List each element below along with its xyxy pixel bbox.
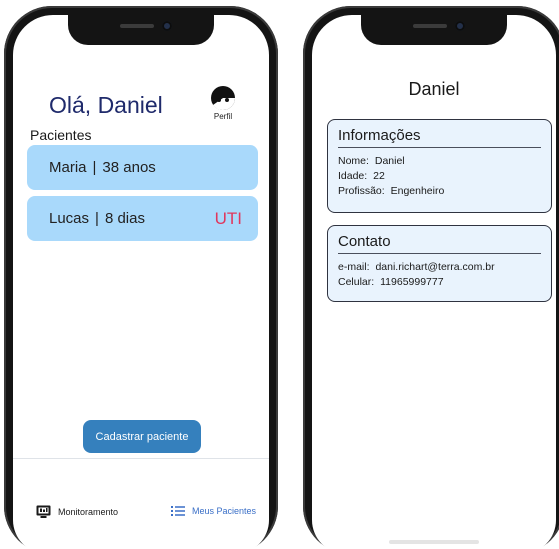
patient-card-lucas[interactable]: Lucas | 8 dias UTI: [27, 196, 258, 241]
patient-separator: |: [95, 210, 99, 227]
contact-phone-value[interactable]: 11965999777: [380, 276, 443, 288]
info-card: Informações Nome: Daniel Idade: 22 Profi…: [327, 119, 552, 213]
notch: [361, 15, 507, 45]
patient-separator: |: [92, 159, 97, 176]
home-indicator: [389, 540, 479, 544]
home-screen: Olá, Daniel Perfil Pacientes Maria | 38 …: [13, 15, 269, 549]
info-card-title: Informações: [338, 127, 541, 148]
info-age-label: Idade:: [338, 170, 368, 182]
bottom-nav-divider: [13, 458, 269, 459]
contact-email-label: e-mail:: [338, 261, 370, 273]
profile-label: Perfil: [213, 112, 233, 121]
left-phone-frame: Olá, Daniel Perfil Pacientes Maria | 38 …: [4, 6, 278, 549]
info-profession-value: Engenheiro: [390, 185, 445, 197]
list-icon: [171, 506, 185, 516]
speaker: [120, 24, 154, 28]
camera: [455, 21, 465, 31]
info-name-value: Daniel: [374, 155, 405, 167]
patient-age: 8 dias: [104, 210, 145, 227]
register-patient-button[interactable]: Cadastrar paciente: [83, 420, 201, 453]
profile-button[interactable]: Perfil: [206, 85, 240, 121]
profile-title: Daniel: [408, 79, 460, 99]
patient-card-maria[interactable]: Maria | 38 anos: [27, 145, 258, 190]
profile-screen: Daniel Informações Nome: Daniel Idade: 2…: [312, 15, 556, 549]
camera: [162, 21, 172, 31]
patient-age: 38 anos: [102, 159, 156, 176]
nav-my-patients[interactable]: Meus Pacientes: [171, 505, 256, 517]
contact-phone-label: Celular:: [338, 276, 375, 288]
uti-badge: UTI: [214, 208, 242, 228]
info-name-label: Nome:: [338, 155, 369, 167]
contact-email-value[interactable]: dani.richart@terra.com.br: [375, 261, 494, 273]
info-profession-label: Profissão:: [338, 185, 385, 197]
right-phone-frame: Daniel Informações Nome: Daniel Idade: 2…: [303, 6, 559, 549]
patients-section-title: Pacientes: [30, 127, 92, 143]
info-name-row: Nome: Daniel: [338, 154, 541, 169]
info-profession-row: Profissão: Engenheiro: [338, 184, 541, 199]
contact-card: Contato e-mail: dani.richart@terra.com.b…: [327, 225, 552, 302]
nav-monitoring-label: Monitoramento: [58, 507, 119, 517]
patient-name: Maria: [49, 159, 87, 176]
speaker: [413, 24, 447, 28]
greeting-title: Olá, Daniel: [49, 92, 163, 118]
info-age-value: 22: [373, 170, 385, 182]
patient-name: Lucas: [49, 210, 90, 227]
monitor-icon: [36, 505, 51, 518]
info-age-row: Idade: 22: [338, 169, 541, 184]
nav-monitoring[interactable]: Monitoramento: [36, 505, 118, 519]
nav-my-patients-label: Meus Pacientes: [192, 506, 257, 516]
contact-phone-row: Celular: 11965999777: [338, 275, 541, 290]
notch: [68, 15, 214, 45]
contact-card-title: Contato: [338, 233, 541, 254]
contact-email-row: e-mail: dani.richart@terra.com.br: [338, 260, 541, 275]
profile-avatar-icon: [211, 86, 235, 111]
